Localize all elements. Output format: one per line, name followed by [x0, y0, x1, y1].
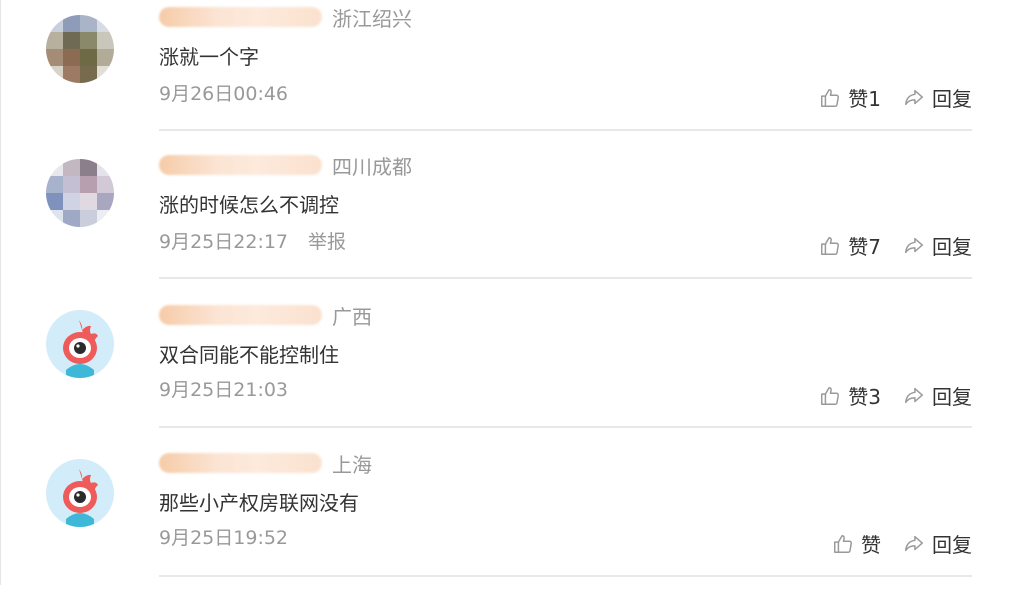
like-button[interactable]: 赞	[832, 529, 881, 558]
like-label: 赞7	[848, 235, 881, 259]
reply-label: 回复	[932, 385, 972, 409]
comment-divider	[159, 426, 972, 428]
reply-button[interactable]: 回复	[903, 83, 972, 112]
like-label: 赞1	[848, 87, 881, 111]
weibo-eye-avatar-icon	[63, 320, 98, 378]
comment-actions: 赞 回复	[832, 529, 972, 558]
reply-label: 回复	[932, 87, 972, 111]
comment-time: 9月25日19:52	[159, 527, 289, 549]
thumbs-up-icon	[821, 236, 840, 255]
comment-header: 广西	[159, 301, 372, 329]
like-label: 赞3	[848, 385, 881, 409]
comment-actions: 赞7 回复	[819, 231, 972, 260]
thumbs-up-icon	[821, 88, 840, 107]
reply-button[interactable]: 回复	[903, 529, 972, 558]
comment-text: 涨的时候怎么不调控	[159, 193, 339, 217]
avatar-mosaic	[46, 15, 114, 83]
report-link[interactable]: 举报	[308, 231, 346, 253]
comment-header: 四川成都	[159, 151, 412, 179]
username-redacted[interactable]	[159, 305, 322, 325]
comment-time: 9月25日22:17	[159, 231, 289, 253]
comment-divider	[159, 277, 972, 279]
location-label: 上海	[332, 452, 372, 477]
comment-divider	[159, 575, 972, 577]
location-label: 广西	[332, 304, 372, 329]
comment-meta: 9月25日21:03	[159, 375, 288, 402]
weibo-eye-avatar-icon	[63, 469, 98, 527]
comment-header: 上海	[159, 449, 372, 477]
comment-meta: 9月25日19:52	[159, 523, 288, 550]
reply-button[interactable]: 回复	[903, 231, 972, 260]
comment-text: 涨就一个字	[159, 45, 259, 69]
comment-meta: 9月26日00:46	[159, 79, 288, 106]
avatar[interactable]	[46, 159, 114, 227]
share-arrow-icon	[905, 237, 923, 253]
username-redacted[interactable]	[159, 155, 322, 175]
reply-label: 回复	[932, 533, 972, 557]
comment-actions: 赞3 回复	[819, 381, 972, 410]
username-redacted[interactable]	[159, 7, 322, 27]
comment-time: 9月25日21:03	[159, 379, 289, 401]
comment-actions: 赞1 回复	[819, 83, 972, 112]
comment-time: 9月26日00:46	[159, 83, 289, 105]
avatar[interactable]	[46, 310, 114, 378]
comment-text: 双合同能不能控制住	[159, 343, 339, 367]
username-redacted[interactable]	[159, 453, 322, 473]
avatar[interactable]	[46, 15, 114, 83]
comment-meta: 9月25日22:17 举报	[159, 227, 346, 254]
share-arrow-icon	[905, 89, 923, 105]
thumbs-up-icon	[834, 534, 852, 553]
share-arrow-icon	[905, 535, 923, 551]
location-label: 四川成都	[332, 154, 412, 179]
like-button[interactable]: 赞3	[819, 381, 881, 410]
location-label: 浙江绍兴	[332, 6, 412, 31]
reply-button[interactable]: 回复	[903, 381, 972, 410]
comment-header: 浙江绍兴	[159, 3, 412, 31]
comment-text: 那些小产权房联网没有	[159, 491, 359, 515]
avatar-mosaic	[46, 159, 114, 227]
like-button[interactable]: 赞7	[819, 231, 881, 260]
like-label: 赞	[861, 533, 881, 557]
comment-divider	[159, 129, 972, 131]
share-arrow-icon	[905, 387, 923, 403]
thumbs-up-icon	[821, 386, 840, 405]
like-button[interactable]: 赞1	[819, 83, 881, 112]
reply-label: 回复	[932, 235, 972, 259]
avatar[interactable]	[46, 459, 114, 527]
